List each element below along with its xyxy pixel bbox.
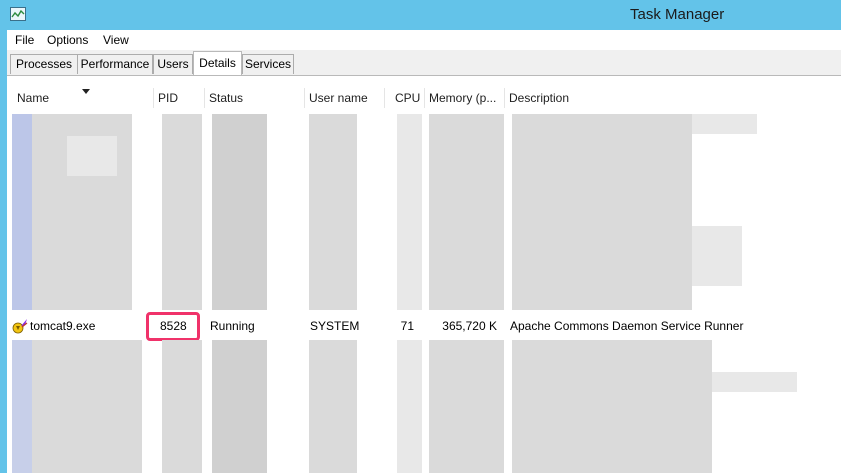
column-header-status[interactable]: Status [205,88,304,108]
column-header-user[interactable]: User name [305,88,384,108]
tab-processes[interactable]: Processes [10,54,78,74]
tab-performance[interactable]: Performance [77,54,153,74]
obscured-block [512,340,712,473]
process-user: SYSTEM [310,319,360,333]
process-memory: 365,720 K [442,319,497,333]
obscured-block [429,114,504,310]
obscured-block [12,114,32,310]
sort-descending-icon [82,89,90,94]
column-header-row: Name PID Status User name CPU Memory (p.… [7,88,841,108]
tomcat-feather-icon [12,319,28,334]
obscured-block [162,340,202,473]
process-name: tomcat9.exe [30,319,96,333]
window-title: Task Manager [630,6,725,23]
obscured-block [692,226,742,286]
menu-view[interactable]: View [103,33,129,47]
tab-details[interactable]: Details [193,51,242,75]
obscured-block [32,340,142,473]
task-manager-icon [10,7,26,21]
obscured-block [397,114,422,310]
menu-options[interactable]: Options [47,33,88,47]
tab-strip: Processes Performance Users Details Serv… [7,50,841,76]
tab-users[interactable]: Users [153,54,193,74]
window-border [0,0,7,473]
obscured-block [712,372,797,392]
obscured-block [212,114,267,310]
obscured-block [309,340,357,473]
menu-bar: File Options View [7,30,841,50]
obscured-block [512,114,692,310]
column-header-memory[interactable]: Memory (p... [425,88,504,108]
obscured-block [397,340,422,473]
process-description: Apache Commons Daemon Service Runner [510,319,744,333]
obscured-block [67,136,117,176]
column-header-name[interactable]: Name [13,88,153,108]
title-bar[interactable]: Task Manager [0,0,841,30]
column-header-name-label: Name [17,91,50,105]
process-cpu: 71 [400,319,414,333]
menu-file[interactable]: File [15,33,34,47]
tab-services[interactable]: Services [242,54,294,74]
obscured-block [309,114,357,310]
table-row-tomcat[interactable]: tomcat9.exe 8528 Running SYSTEM 71 365,7… [7,316,841,336]
obscured-block [692,114,757,134]
obscured-block [162,114,202,310]
process-status: Running [210,319,255,333]
details-panel: Name PID Status User name CPU Memory (p.… [7,76,841,473]
column-divider[interactable] [384,88,385,108]
obscured-block [429,340,504,473]
obscured-block [212,340,267,473]
column-header-description[interactable]: Description [505,88,835,108]
obscured-block [12,340,32,473]
pid-highlight-box [146,312,200,341]
column-header-cpu[interactable]: CPU [391,88,427,108]
column-header-pid[interactable]: PID [154,88,204,108]
